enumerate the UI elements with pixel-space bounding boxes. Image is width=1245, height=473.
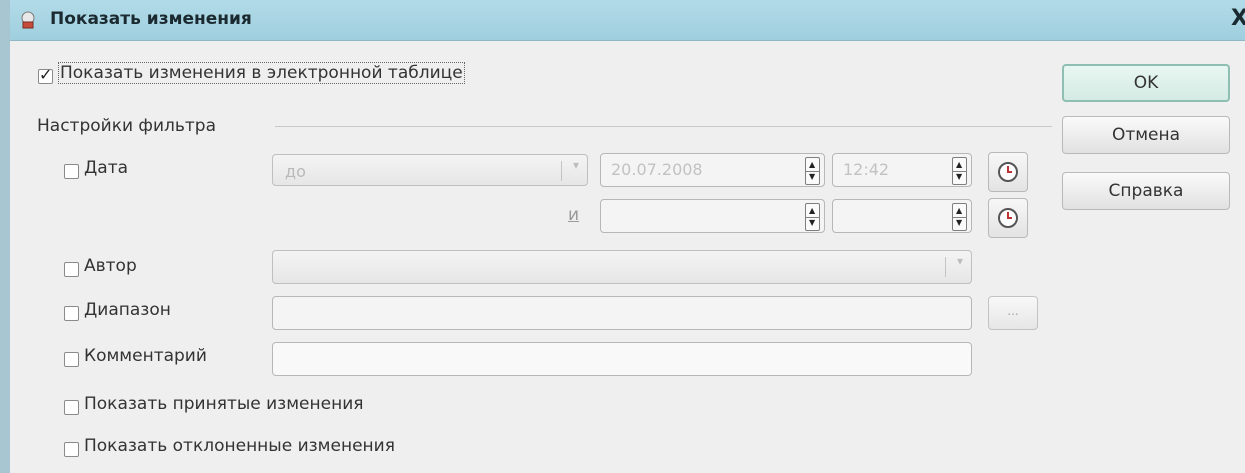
range-checkbox[interactable]	[64, 306, 79, 321]
and-label: и	[568, 205, 580, 225]
author-select[interactable]: ▾	[272, 250, 972, 284]
author-checkbox[interactable]	[64, 262, 79, 277]
clock-icon	[998, 162, 1018, 182]
chevron-down-icon: ▾	[956, 254, 963, 268]
chevron-down-icon: ▾	[572, 158, 579, 172]
ok-button[interactable]: OK	[1062, 64, 1230, 102]
start-time-value: 12:42	[843, 160, 890, 179]
cancel-button[interactable]: Отмена	[1062, 116, 1230, 154]
comment-input[interactable]	[272, 342, 972, 376]
end-date-spinner[interactable]: ▲ ▼	[805, 203, 820, 231]
show-changes-checkbox[interactable]	[38, 65, 53, 84]
start-time-spinner[interactable]: ▲ ▼	[952, 157, 967, 185]
set-current-end-time-button[interactable]	[988, 198, 1028, 238]
show-rejected-label: Показать отклоненные изменения	[84, 436, 395, 456]
start-date-value: 20.07.2008	[611, 160, 703, 179]
date-checkbox[interactable]	[64, 164, 79, 179]
author-label: Автор	[84, 256, 137, 276]
title-bar[interactable]: Показать изменения X	[10, 0, 1245, 41]
date-mode-select[interactable]: до ▾	[272, 154, 588, 186]
clock-icon	[998, 208, 1018, 228]
end-date-field[interactable]: ▲ ▼	[600, 199, 825, 233]
end-time-field[interactable]: ▲ ▼	[832, 199, 972, 233]
filter-separator	[275, 126, 1052, 127]
show-changes-label: Показать изменения в электронной таблице	[58, 62, 465, 84]
filter-section-title: Настройки фильтра	[37, 116, 216, 136]
set-current-time-button[interactable]	[988, 152, 1028, 192]
start-date-field[interactable]: 20.07.2008 ▲ ▼	[600, 153, 825, 187]
range-label: Диапазон	[84, 300, 171, 320]
help-button[interactable]: Справка	[1062, 172, 1230, 210]
date-label: Дата	[84, 158, 129, 178]
comment-label: Комментарий	[84, 346, 207, 366]
date-mode-value: до	[285, 162, 306, 181]
show-accepted-checkbox[interactable]	[64, 400, 79, 415]
start-time-field[interactable]: 12:42 ▲ ▼	[832, 153, 972, 187]
range-input[interactable]	[272, 296, 972, 330]
app-icon	[21, 11, 35, 29]
comment-checkbox[interactable]	[64, 352, 79, 367]
dialog-window: Показать изменения X Показать изменения …	[0, 0, 1245, 473]
close-icon[interactable]: X	[1231, 6, 1245, 31]
combo-separator	[561, 161, 562, 181]
range-picker-button[interactable]: ...	[988, 296, 1038, 330]
end-time-spinner[interactable]: ▲ ▼	[952, 203, 967, 231]
combo-separator	[945, 257, 946, 277]
window-title: Показать изменения	[50, 9, 252, 29]
show-accepted-label: Показать принятые изменения	[84, 394, 364, 414]
start-date-spinner[interactable]: ▲ ▼	[805, 157, 820, 185]
show-rejected-checkbox[interactable]	[64, 442, 79, 457]
